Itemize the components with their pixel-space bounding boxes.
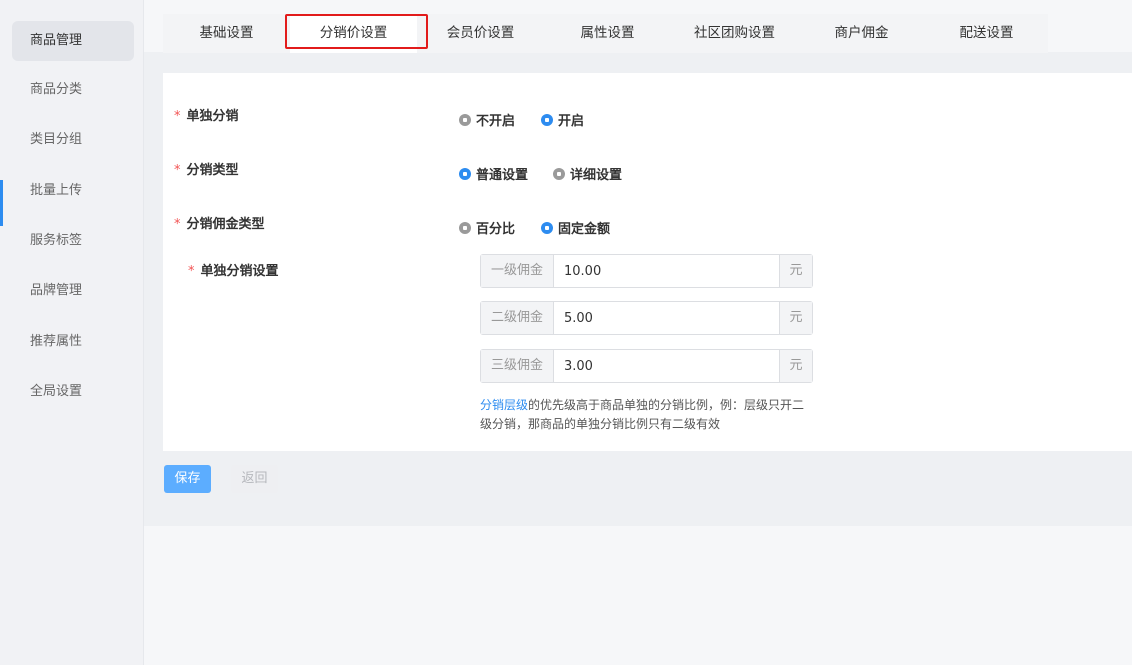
tab-attribute-settings[interactable]: 属性设置 [544,14,671,53]
radio-dot-icon [459,113,471,126]
save-button[interactable]: 保存 [164,465,211,493]
radio-dot-icon [459,221,471,234]
input-group-level3: 三级佣金 元 [480,349,813,383]
radio-commission-fixed[interactable]: 固定金额 [541,218,610,237]
label-single-distribution-settings: * 单独分销设置 [188,264,279,279]
radio-dot-icon [459,167,471,180]
tab-basic-settings[interactable]: 基础设置 [163,14,290,53]
sidebar-item-global-settings[interactable]: 全局设置 [12,372,134,412]
level1-commission-input[interactable] [554,255,779,287]
radio-dot-icon [541,221,553,234]
sidebar-item-brand-management[interactable]: 品牌管理 [12,271,134,311]
sidebar-scroll-accent [0,180,3,226]
sidebar: 商品管理 商品分类 类目分组 批量上传 服务标签 品牌管理 推荐属性 全局设置 [0,0,144,665]
required-mark: * [174,109,181,124]
label-commission-type: * 分销佣金类型 [174,217,265,232]
radio-distribution-type-detailed[interactable]: 详细设置 [553,164,622,183]
radio-commission-percent[interactable]: 百分比 [459,218,515,237]
radio-dot-icon [553,167,565,180]
input-group-level2: 二级佣金 元 [480,301,813,335]
tab-distribution-price[interactable]: 分销价设置 [290,14,417,53]
level2-commission-input[interactable] [554,302,779,334]
required-mark: * [174,163,181,178]
level3-unit: 元 [779,350,812,382]
radio-single-distribution-on[interactable]: 开启 [541,110,584,129]
label-single-distribution: * 单独分销 [174,109,239,124]
hint-text: 分销层级的优先级高于商品单独的分销比例，例：层级只开二级分销，那商品的单独分销比… [480,398,805,431]
radio-distribution-type-normal[interactable]: 普通设置 [459,164,528,183]
level1-prefix: 一级佣金 [481,255,554,287]
sidebar-item-service-tags[interactable]: 服务标签 [12,221,134,261]
sidebar-item-product-management[interactable]: 商品管理 [12,21,134,61]
input-group-level1: 一级佣金 元 [480,254,813,288]
required-mark: * [188,264,195,279]
level2-prefix: 二级佣金 [481,302,554,334]
tab-delivery-settings[interactable]: 配送设置 [925,14,1048,53]
tab-bar: 基础设置 分销价设置 会员价设置 属性设置 社区团购设置 商户佣金 配送设置 [163,14,1048,53]
level1-unit: 元 [779,255,812,287]
back-button[interactable]: 返回 [231,465,278,493]
sidebar-item-product-category[interactable]: 商品分类 [12,70,134,110]
level2-unit: 元 [779,302,812,334]
level3-prefix: 三级佣金 [481,350,554,382]
sidebar-item-category-group[interactable]: 类目分组 [12,120,134,160]
distribution-level-link[interactable]: 分销层级 [480,398,528,412]
sidebar-item-bulk-upload[interactable]: 批量上传 [12,171,134,211]
tab-group-buying[interactable]: 社区团购设置 [671,14,798,53]
level3-commission-input[interactable] [554,350,779,382]
tab-merchant-commission[interactable]: 商户佣金 [798,14,925,53]
radio-dot-icon [541,113,553,126]
label-distribution-type: * 分销类型 [174,163,239,178]
radio-single-distribution-off[interactable]: 不开启 [459,110,515,129]
required-mark: * [174,217,181,232]
tab-member-price[interactable]: 会员价设置 [417,14,544,53]
sidebar-item-recommended-attributes[interactable]: 推荐属性 [12,322,134,362]
